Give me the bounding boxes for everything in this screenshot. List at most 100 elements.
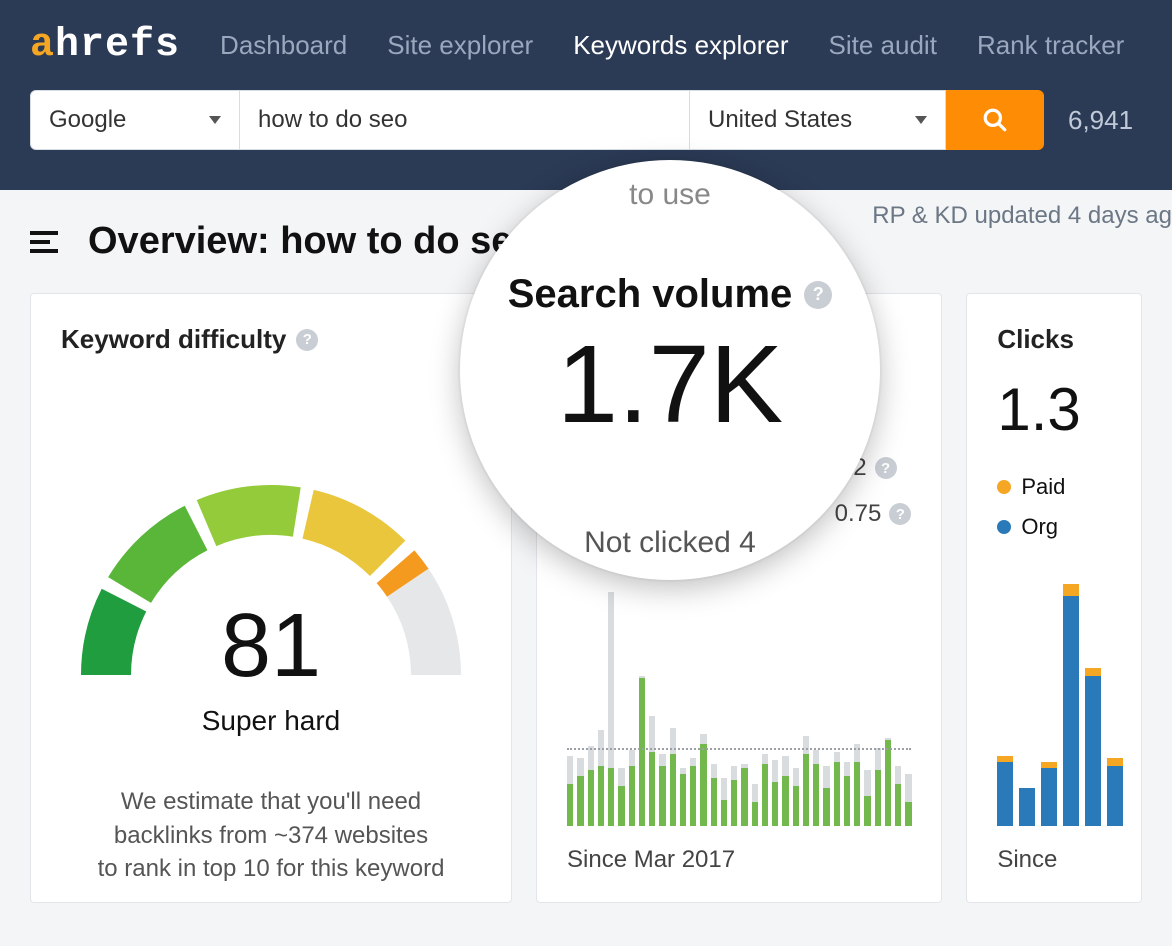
bar [905, 774, 911, 826]
magnifier-overlay: to use Search volume ? 1.7K Not clicked … [460, 160, 880, 580]
kd-title-text: Keyword difficulty [61, 324, 286, 355]
chevron-down-icon [209, 116, 221, 124]
kd-desc-line: We estimate that you'll need [61, 785, 481, 819]
bar [793, 768, 799, 826]
bar [772, 760, 778, 826]
clicks-bar [1107, 758, 1123, 826]
legend-organic-label: Org [1021, 514, 1058, 540]
help-icon[interactable]: ? [889, 503, 911, 525]
bar [629, 750, 635, 826]
bar [721, 778, 727, 826]
bar [782, 756, 788, 826]
bar [608, 592, 614, 826]
logo-rest: hrefs [55, 23, 180, 68]
legend-paid: Paid [997, 474, 1111, 500]
nav-rank-tracker[interactable]: Rank tracker [977, 30, 1124, 61]
bar [762, 754, 768, 826]
clicks-barchart [997, 566, 1142, 826]
bar [618, 768, 624, 826]
nav-dashboard[interactable]: Dashboard [220, 30, 347, 61]
bar [659, 754, 665, 826]
keyword-input[interactable] [240, 90, 690, 150]
kd-card: Keyword difficulty ? 81 Super hard We es… [30, 293, 512, 903]
sv-barchart [567, 566, 911, 826]
bar [864, 770, 870, 826]
clicks-bar [1085, 668, 1101, 826]
bar [823, 766, 829, 826]
kd-desc-line: to rank in top 10 for this keyword [61, 852, 481, 886]
clicks-title-text: Clicks [997, 324, 1074, 355]
bar [741, 764, 747, 826]
bar [813, 750, 819, 826]
chart-average-line [567, 748, 911, 750]
bar [649, 716, 655, 826]
help-icon[interactable]: ? [296, 329, 318, 351]
engine-dropdown[interactable]: Google [30, 90, 240, 150]
help-icon[interactable]: ? [804, 281, 832, 309]
kd-card-title: Keyword difficulty ? [61, 324, 481, 355]
magnifier-top-text: to use [629, 178, 711, 212]
clicks-card: Clicks 1.3 Paid Org Since [966, 293, 1142, 903]
bar [690, 758, 696, 826]
legend-paid-label: Paid [1021, 474, 1065, 500]
bar [598, 730, 604, 826]
bar [680, 768, 686, 826]
bar [577, 758, 583, 826]
clicks-bar [1063, 584, 1079, 826]
bar [639, 676, 645, 826]
credits-count: 6,941 [1068, 105, 1133, 136]
menu-icon[interactable] [30, 231, 58, 253]
country-dropdown-label: United States [708, 106, 852, 134]
bar [895, 766, 901, 826]
magnifier-value: 1.7K [557, 321, 783, 448]
bar [670, 728, 676, 826]
clicks-since: Since [997, 846, 1057, 874]
legend-dot-paid [997, 480, 1011, 494]
page-title: Overview: how to do seo [88, 220, 536, 263]
kd-description: We estimate that you'll need backlinks f… [61, 785, 481, 886]
chevron-down-icon [915, 116, 927, 124]
bar [567, 756, 573, 826]
kd-gauge: 81 Super hard [61, 445, 481, 715]
clicks-value: 1.3 [997, 375, 1111, 444]
bar [834, 752, 840, 826]
legend-organic: Org [997, 514, 1111, 540]
logo-a: a [30, 23, 55, 68]
nav-site-audit[interactable]: Site audit [829, 30, 937, 61]
magnifier-title: Search volume ? [508, 272, 833, 317]
search-button[interactable] [946, 90, 1044, 150]
bar [854, 744, 860, 826]
cps-value: 0.75 [835, 500, 882, 528]
search-icon [982, 107, 1008, 133]
sv-since: Since Mar 2017 [567, 846, 735, 874]
overview-prefix: Overview: [88, 220, 280, 262]
kd-label: Super hard [61, 705, 481, 737]
bar [711, 764, 717, 826]
kd-value: 81 [61, 595, 481, 698]
nav-site-explorer[interactable]: Site explorer [387, 30, 533, 61]
nav-keywords-explorer[interactable]: Keywords explorer [573, 30, 788, 61]
topbar: ahrefs Dashboard Site explorer Keywords … [0, 0, 1172, 190]
logo[interactable]: ahrefs [30, 23, 180, 68]
bar [752, 784, 758, 826]
bar [844, 762, 850, 826]
nav-row: ahrefs Dashboard Site explorer Keywords … [30, 0, 1142, 90]
clicks-bar [997, 756, 1013, 826]
help-icon[interactable]: ? [875, 457, 897, 479]
clicks-title: Clicks [997, 324, 1111, 355]
bar [588, 746, 594, 826]
updated-text: RP & KD updated 4 days ag [872, 202, 1172, 230]
search-row: Google United States 6,941 [30, 90, 1142, 150]
clicks-bar [1019, 788, 1035, 826]
clicks-bar [1041, 762, 1057, 826]
bar [875, 748, 881, 826]
kd-desc-line: backlinks from ~374 websites [61, 819, 481, 853]
engine-dropdown-label: Google [49, 106, 126, 134]
legend-dot-organic [997, 520, 1011, 534]
clicks-legend: Paid Org [997, 474, 1111, 540]
magnifier-title-text: Search volume [508, 272, 793, 317]
bar [885, 738, 891, 826]
country-dropdown[interactable]: United States [690, 90, 946, 150]
magnifier-bottom-text: Not clicked 4 [584, 526, 756, 560]
bar [731, 766, 737, 826]
